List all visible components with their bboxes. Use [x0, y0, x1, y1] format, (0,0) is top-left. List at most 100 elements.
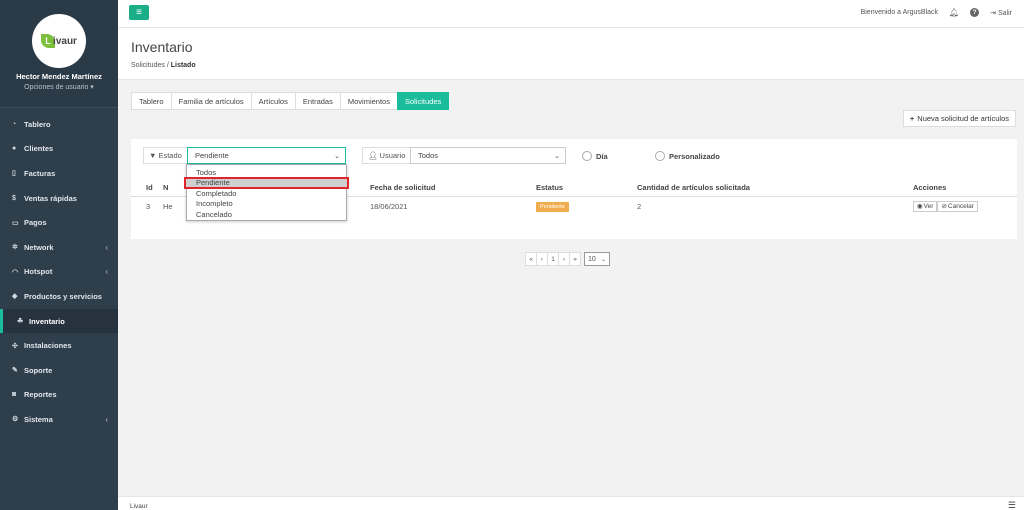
chevron-down-icon: ⌄: [554, 152, 560, 160]
dropdown-option-todos[interactable]: Todos: [187, 167, 346, 178]
sidebar-item-tablero[interactable]: ◔ Tablero: [0, 112, 118, 137]
logout-link[interactable]: ⇥ Salir: [990, 9, 1012, 17]
user-options-dropdown[interactable]: Opciones de usuario ▾: [0, 83, 118, 91]
tag-icon: ◆: [12, 293, 18, 301]
sidebar-item-label: Network: [24, 242, 54, 252]
plus-icon: +: [909, 114, 915, 123]
chevron-down-icon: ⌄: [334, 152, 340, 160]
sidebar-nav: ◔ Tablero ● Clientes ▯ Facturas $ Ventas ráp…: [0, 112, 118, 432]
sidebar-item-clientes[interactable]: ● Clientes: [0, 137, 118, 162]
tab-solicitudes[interactable]: Solicitudes: [396, 92, 450, 110]
sidebar: L ivaur Hector Mendez Martínez Opciones …: [0, 0, 118, 510]
status-badge: Pendiente: [536, 201, 569, 212]
sidebar-item-label: Pagos: [24, 218, 47, 228]
usuario-select-value: Todos: [418, 151, 439, 160]
cancel-button[interactable]: ⊘ Cancelar: [937, 200, 978, 212]
view-label: Ver: [923, 202, 934, 210]
cell-acciones: ◉ Ver ⊘ Cancelar: [913, 196, 1017, 216]
dropdown-option-pendiente[interactable]: Pendiente: [184, 176, 349, 189]
sidebar-item-label: Productos y servicios: [24, 291, 102, 301]
tab-tablero[interactable]: Tablero: [131, 92, 172, 110]
logout-label: Salir: [997, 9, 1012, 17]
pagination: « ‹ 1 › » 10 ⌄: [525, 252, 610, 266]
breadcrumb-separator: /: [166, 62, 169, 69]
wrench-icon: ✎: [12, 367, 18, 375]
logo-letter: L: [45, 36, 51, 46]
sidebar-item-pagos[interactable]: ▭ Pagos: [0, 210, 118, 235]
hamburger-icon: ≡: [136, 7, 142, 18]
estado-label: Estado: [158, 151, 182, 160]
usuario-filter-label: 👤︎ Usuario: [362, 147, 412, 164]
sidebar-item-sistema[interactable]: ⚙ Sistema ‹: [0, 407, 118, 432]
company-logo: L ivaur: [32, 14, 86, 68]
sidebar-item-instalaciones[interactable]: ✣ Instalaciones: [0, 333, 118, 358]
inventory-tabs: Tablero Familia de artículos Artículos E…: [131, 92, 450, 110]
estado-select[interactable]: Pendiente ⌄: [187, 147, 346, 164]
cogs-icon: ⚙: [12, 416, 19, 424]
new-request-button[interactable]: + Nueva solicitud de artículos: [902, 110, 1016, 127]
money-icon: ▭: [12, 219, 19, 227]
logo-text: ivaur: [53, 35, 77, 47]
radio-personalizado-label: Personalizado: [669, 151, 720, 161]
users-icon: ●: [12, 145, 17, 153]
wifi-icon: ◠: [12, 268, 19, 276]
col-header-cantidad: Cantidad de artículos solicitada: [637, 179, 913, 197]
sidebar-item-label: Tablero: [24, 119, 51, 129]
network-icon: ✲: [12, 244, 18, 252]
bell-icon[interactable]: 🔔︎: [949, 8, 959, 17]
cell-estatus: Pendiente: [536, 196, 637, 216]
sidebar-item-inventario[interactable]: ☘ Inventario: [0, 308, 118, 334]
menu-toggle-button[interactable]: ≡: [129, 5, 149, 20]
sidebar-item-label: Hotspot: [24, 267, 53, 277]
dropdown-option-completado[interactable]: Completado: [187, 188, 346, 199]
dropdown-option-incompleto[interactable]: Incompleto: [187, 199, 346, 210]
sidebar-item-productos[interactable]: ◆ Productos y servicios: [0, 284, 118, 309]
sidebar-item-label: Reportes: [24, 390, 57, 400]
radio-personalizado[interactable]: Personalizado: [655, 151, 720, 161]
col-header-acciones: Acciones: [913, 179, 1017, 197]
breadcrumb-listado: Listado: [170, 62, 196, 69]
estado-dropdown-list: Todos Pendiente Completado Incompleto Ca…: [184, 164, 349, 221]
chevron-left-icon: ‹: [105, 414, 108, 424]
ban-icon: ⊘: [941, 203, 947, 211]
radio-circle: [655, 151, 665, 161]
report-icon: ◙: [12, 391, 17, 399]
top-bar: ≡ Bienvenido a ArgusBlack 🔔︎ ? ⇥ Salir: [118, 0, 1024, 28]
view-button[interactable]: ◉ Ver: [913, 200, 938, 212]
sidebar-item-hotspot[interactable]: ◠ Hotspot ‹: [0, 260, 118, 285]
radio-dia-label: Día: [596, 151, 608, 161]
page-header: Inventario Solicitudes / Listado: [118, 28, 1024, 80]
sidebar-item-facturas[interactable]: ▯ Facturas: [0, 161, 118, 186]
cancel-label: Cancelar: [947, 202, 974, 210]
col-header-id: Id: [131, 179, 163, 197]
tab-articulos[interactable]: Artículos: [250, 92, 296, 110]
tab-movimientos[interactable]: Movimientos: [339, 92, 398, 110]
new-request-label: Nueva solicitud de artículos: [917, 114, 1009, 123]
settings-sliders-icon[interactable]: ☰: [1008, 500, 1016, 510]
sidebar-item-label: Soporte: [24, 365, 53, 375]
col-header-estatus: Estatus: [536, 179, 637, 197]
sidebar-item-ventas[interactable]: $ Ventas rápidas: [0, 186, 118, 211]
help-icon[interactable]: ?: [970, 8, 980, 17]
eye-icon: ◉: [917, 203, 923, 211]
page-size-select[interactable]: 10 ⌄: [584, 252, 610, 266]
radio-dia[interactable]: Día: [582, 151, 608, 161]
breadcrumb-solicitudes[interactable]: Solicitudes: [131, 62, 165, 69]
user-panel: L ivaur Hector Mendez Martínez Opciones …: [0, 0, 118, 108]
user-icon: 👤︎: [368, 151, 378, 160]
sidebar-item-reportes[interactable]: ◙ Reportes: [0, 383, 118, 408]
sidebar-item-soporte[interactable]: ✎ Soporte: [0, 358, 118, 383]
gears-icon: ✣: [12, 342, 18, 350]
page-last-button[interactable]: »: [569, 252, 581, 266]
sidebar-item-network[interactable]: ✲ Network ‹: [0, 235, 118, 260]
tab-familia[interactable]: Familia de artículos: [170, 92, 252, 110]
estado-filter-label: ▼ Estado: [143, 147, 188, 164]
footer-text: Livaur: [130, 503, 148, 510]
usuario-select[interactable]: Todos ⌄: [410, 147, 566, 164]
filter-icon: ▼: [149, 151, 157, 160]
dropdown-option-cancelado[interactable]: Cancelado: [187, 209, 346, 220]
footer: Livaur ☰: [118, 496, 1024, 510]
breadcrumb: Solicitudes / Listado: [131, 62, 1011, 69]
tab-entradas[interactable]: Entradas: [294, 92, 341, 110]
dashboard-icon: ◔: [12, 120, 17, 128]
